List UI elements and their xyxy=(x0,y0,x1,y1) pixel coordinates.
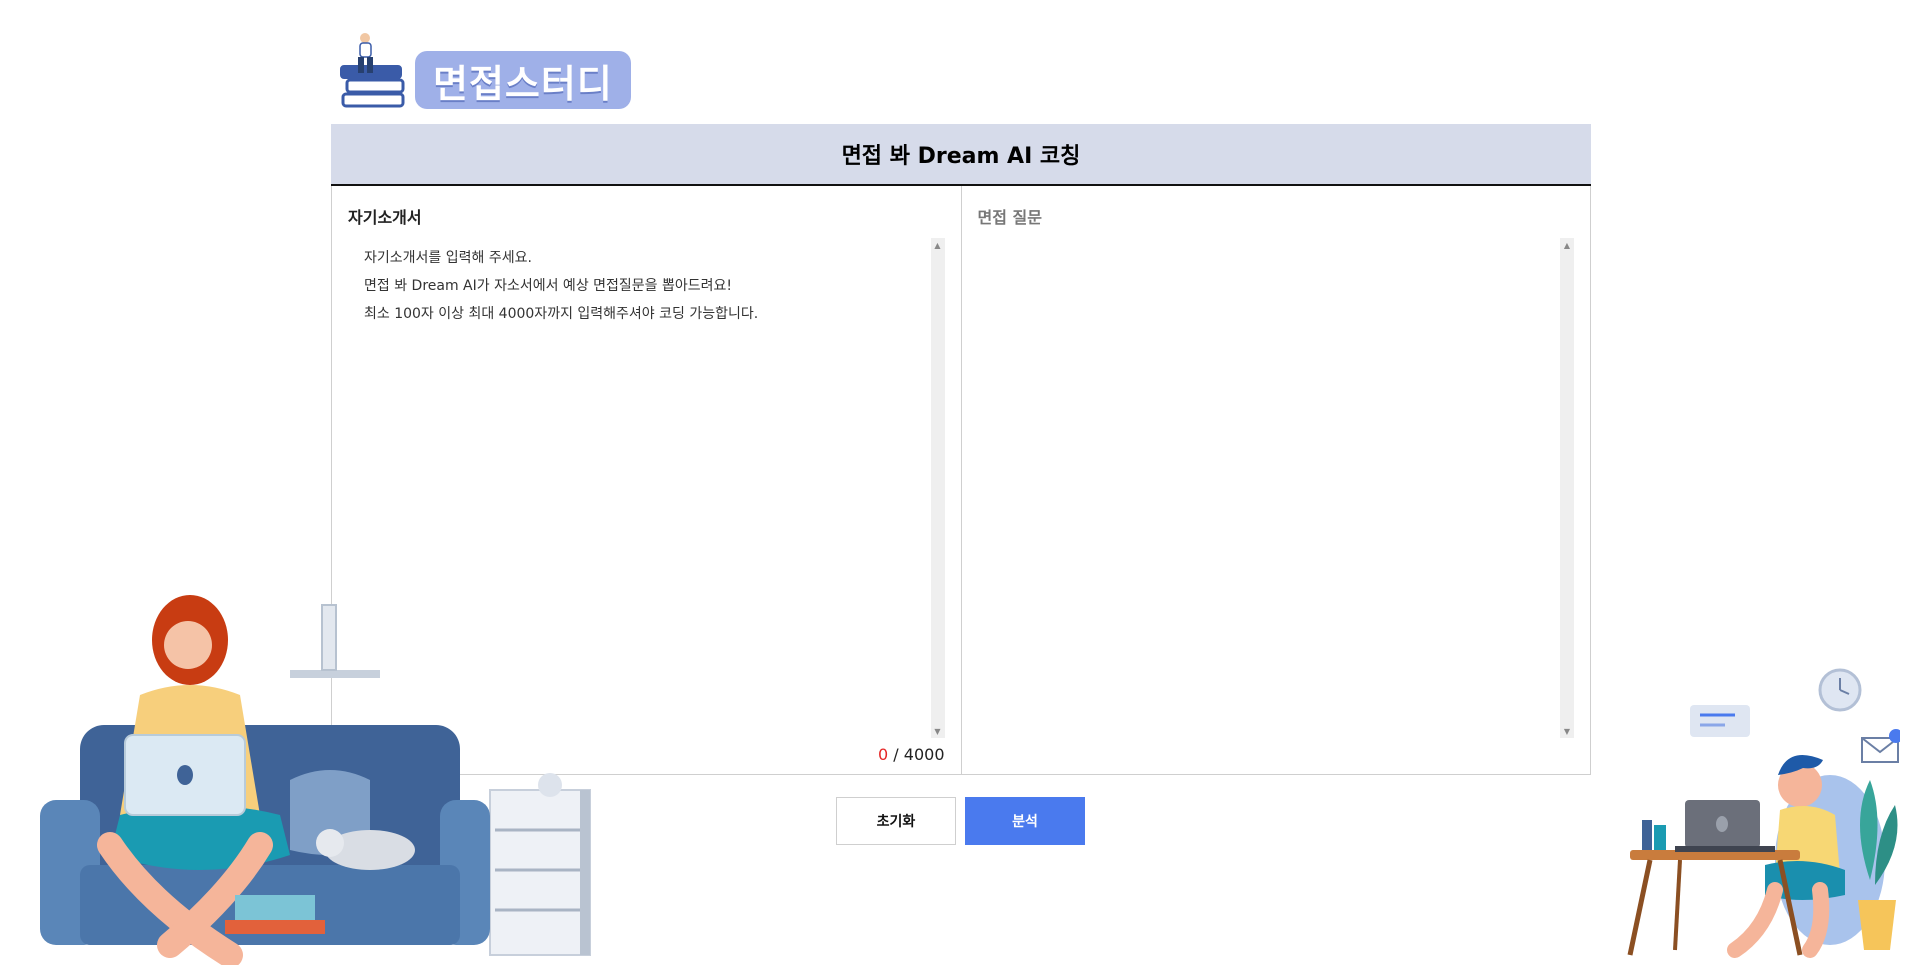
char-count-limit: 4000 xyxy=(903,745,945,764)
cover-letter-title: 자기소개서 xyxy=(348,208,422,227)
scroll-down-arrow-icon[interactable]: ▼ xyxy=(1560,724,1574,738)
scroll-up-arrow-icon[interactable]: ▲ xyxy=(1560,238,1574,252)
man-at-desk-illustration xyxy=(1627,668,1900,958)
cover-letter-scrollbar[interactable]: ▲ ▼ xyxy=(930,238,945,738)
interview-questions-column: 면접 질문 ▲ ▼ xyxy=(960,186,1591,774)
interview-questions-scrollbar[interactable]: ▲ ▼ xyxy=(1560,238,1574,738)
char-counter: 0 / 4000 xyxy=(878,745,944,764)
woman-on-sofa-illustration xyxy=(40,595,591,965)
interview-questions-title: 면접 질문 xyxy=(977,208,1042,227)
reset-button[interactable]: 초기화 xyxy=(836,797,956,845)
scroll-down-arrow-icon[interactable]: ▼ xyxy=(931,724,945,738)
site-logo[interactable]: 면접스터디 xyxy=(339,30,631,112)
analyze-button[interactable]: 분석 xyxy=(965,797,1085,845)
logo-text: 면접스터디 xyxy=(415,51,631,109)
char-count-separator: / xyxy=(893,745,899,764)
interview-questions-output[interactable] xyxy=(977,238,1574,738)
scroll-up-arrow-icon[interactable]: ▲ xyxy=(931,238,945,252)
panel-title: 면접 봐 Dream AI 코칭 xyxy=(331,124,1591,186)
books-with-person-icon xyxy=(340,33,405,108)
char-count-current: 0 xyxy=(878,745,889,764)
